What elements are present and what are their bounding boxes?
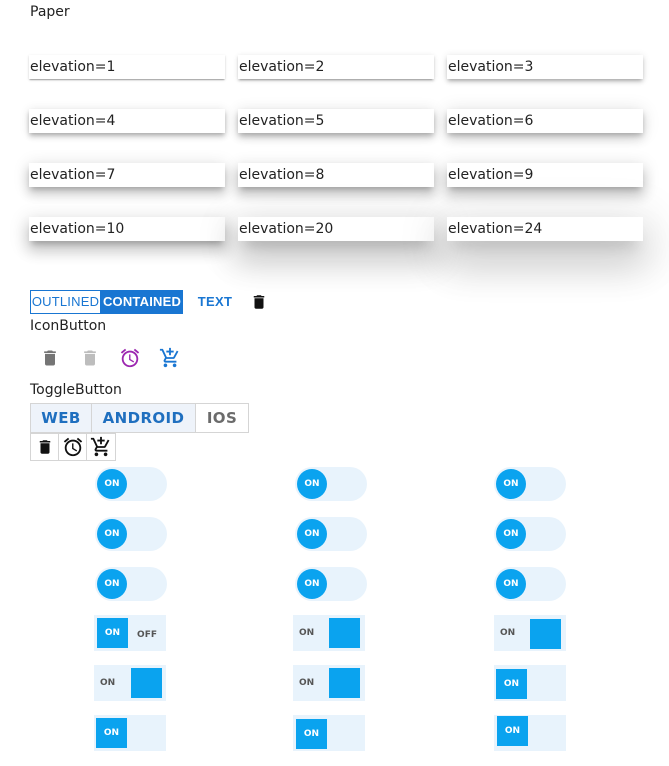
contained-button[interactable]: CONTAINED — [101, 290, 183, 314]
alarm-icon-button[interactable] — [118, 346, 142, 370]
switch-thumb: ON — [297, 569, 327, 599]
switch-thumb: ON — [97, 569, 127, 599]
switch-thumb: ON — [297, 469, 327, 499]
switch-square[interactable]: ON OFF — [94, 615, 166, 651]
switch-thumb — [131, 668, 162, 698]
switch-pill[interactable]: ON — [95, 517, 167, 551]
add-shopping-cart-icon-button[interactable] — [158, 346, 182, 370]
switch-square[interactable]: ON — [293, 615, 365, 651]
switch-pill[interactable]: ON — [494, 567, 566, 601]
paper-elevation-7: elevation=7 — [29, 163, 225, 187]
switch-thumb — [530, 619, 561, 649]
paper-elevation-2: elevation=2 — [238, 55, 434, 79]
switch-thumb — [329, 618, 360, 648]
switch-on-label: ON — [100, 678, 116, 688]
switch-square[interactable]: ON — [494, 615, 566, 651]
alarm-icon — [120, 348, 140, 368]
paper-elevation-24: elevation=24 — [447, 217, 643, 241]
delete-icon — [39, 440, 50, 454]
paper-elevation-10: elevation=10 — [29, 217, 225, 241]
toggle-delete[interactable] — [31, 434, 59, 460]
add-shopping-cart-icon — [159, 347, 179, 368]
switch-pill[interactable]: ON — [295, 467, 367, 501]
paper-elevation-4: elevation=4 — [29, 109, 225, 133]
switch-square[interactable]: ON — [94, 715, 166, 751]
delete-icon — [44, 350, 56, 366]
paper-elevation-20: elevation=20 — [238, 217, 434, 241]
switch-off-label: OFF — [137, 630, 157, 640]
paper-elevation-1: elevation=1 — [29, 55, 225, 79]
switch-on-label: ON — [500, 628, 516, 638]
iconbutton-heading: IconButton — [30, 318, 107, 334]
outlined-button[interactable]: OUTLINED — [30, 290, 101, 314]
text-button[interactable]: TEXT — [193, 290, 237, 314]
switch-thumb: ON — [97, 519, 127, 549]
switch-thumb — [329, 668, 360, 698]
switch-pill[interactable]: ON — [95, 467, 167, 501]
icon-toggle-group — [30, 433, 116, 461]
alarm-icon — [63, 437, 82, 457]
toggle-ios[interactable]: IOS — [196, 404, 248, 432]
delete-icon — [84, 350, 96, 366]
togglebutton-heading: ToggleButton — [30, 382, 122, 398]
switch-pill[interactable]: ON — [95, 567, 167, 601]
toggle-alarm[interactable] — [59, 434, 87, 460]
switch-on-label: ON — [299, 678, 315, 688]
paper-elevation-6: elevation=6 — [447, 109, 643, 133]
switch-square[interactable]: ON — [94, 665, 166, 701]
switch-thumb: ON — [97, 469, 127, 499]
delete-icon-button[interactable] — [38, 346, 62, 370]
delete-icon-button[interactable] — [248, 290, 270, 314]
switch-pill[interactable]: ON — [494, 467, 566, 501]
toggle-web[interactable]: WEB — [31, 404, 92, 432]
paper-elevation-3: elevation=3 — [447, 55, 643, 79]
switch-thumb: ON — [97, 618, 128, 648]
switch-pill[interactable]: ON — [494, 517, 566, 551]
paper-heading: Paper — [30, 4, 70, 20]
switch-square[interactable]: ON — [494, 665, 566, 701]
paper-elevation-9: elevation=9 — [447, 163, 643, 187]
toggle-add-cart[interactable] — [87, 434, 115, 460]
paper-elevation-8: elevation=8 — [238, 163, 434, 187]
switch-square[interactable]: ON — [494, 715, 566, 751]
switch-thumb: ON — [496, 469, 526, 499]
delete-icon — [253, 295, 265, 309]
switch-thumb: ON — [496, 569, 526, 599]
switch-thumb: ON — [497, 716, 528, 746]
switch-on-label: ON — [299, 628, 315, 638]
switch-thumb: ON — [297, 519, 327, 549]
switch-square[interactable]: ON — [293, 665, 365, 701]
switch-thumb: ON — [96, 718, 127, 748]
switch-pill[interactable]: ON — [295, 517, 367, 551]
toggle-android[interactable]: ANDROID — [92, 404, 196, 432]
switch-thumb: ON — [496, 519, 526, 549]
add-shopping-cart-icon — [90, 436, 110, 457]
switch-pill[interactable]: ON — [295, 567, 367, 601]
switch-square[interactable]: ON — [293, 715, 365, 751]
delete-icon-button-disabled — [78, 346, 102, 370]
platform-toggle-group: WEB ANDROID IOS — [30, 403, 249, 433]
switch-thumb: ON — [296, 719, 327, 749]
switch-thumb: ON — [496, 669, 527, 699]
paper-elevation-5: elevation=5 — [238, 109, 434, 133]
